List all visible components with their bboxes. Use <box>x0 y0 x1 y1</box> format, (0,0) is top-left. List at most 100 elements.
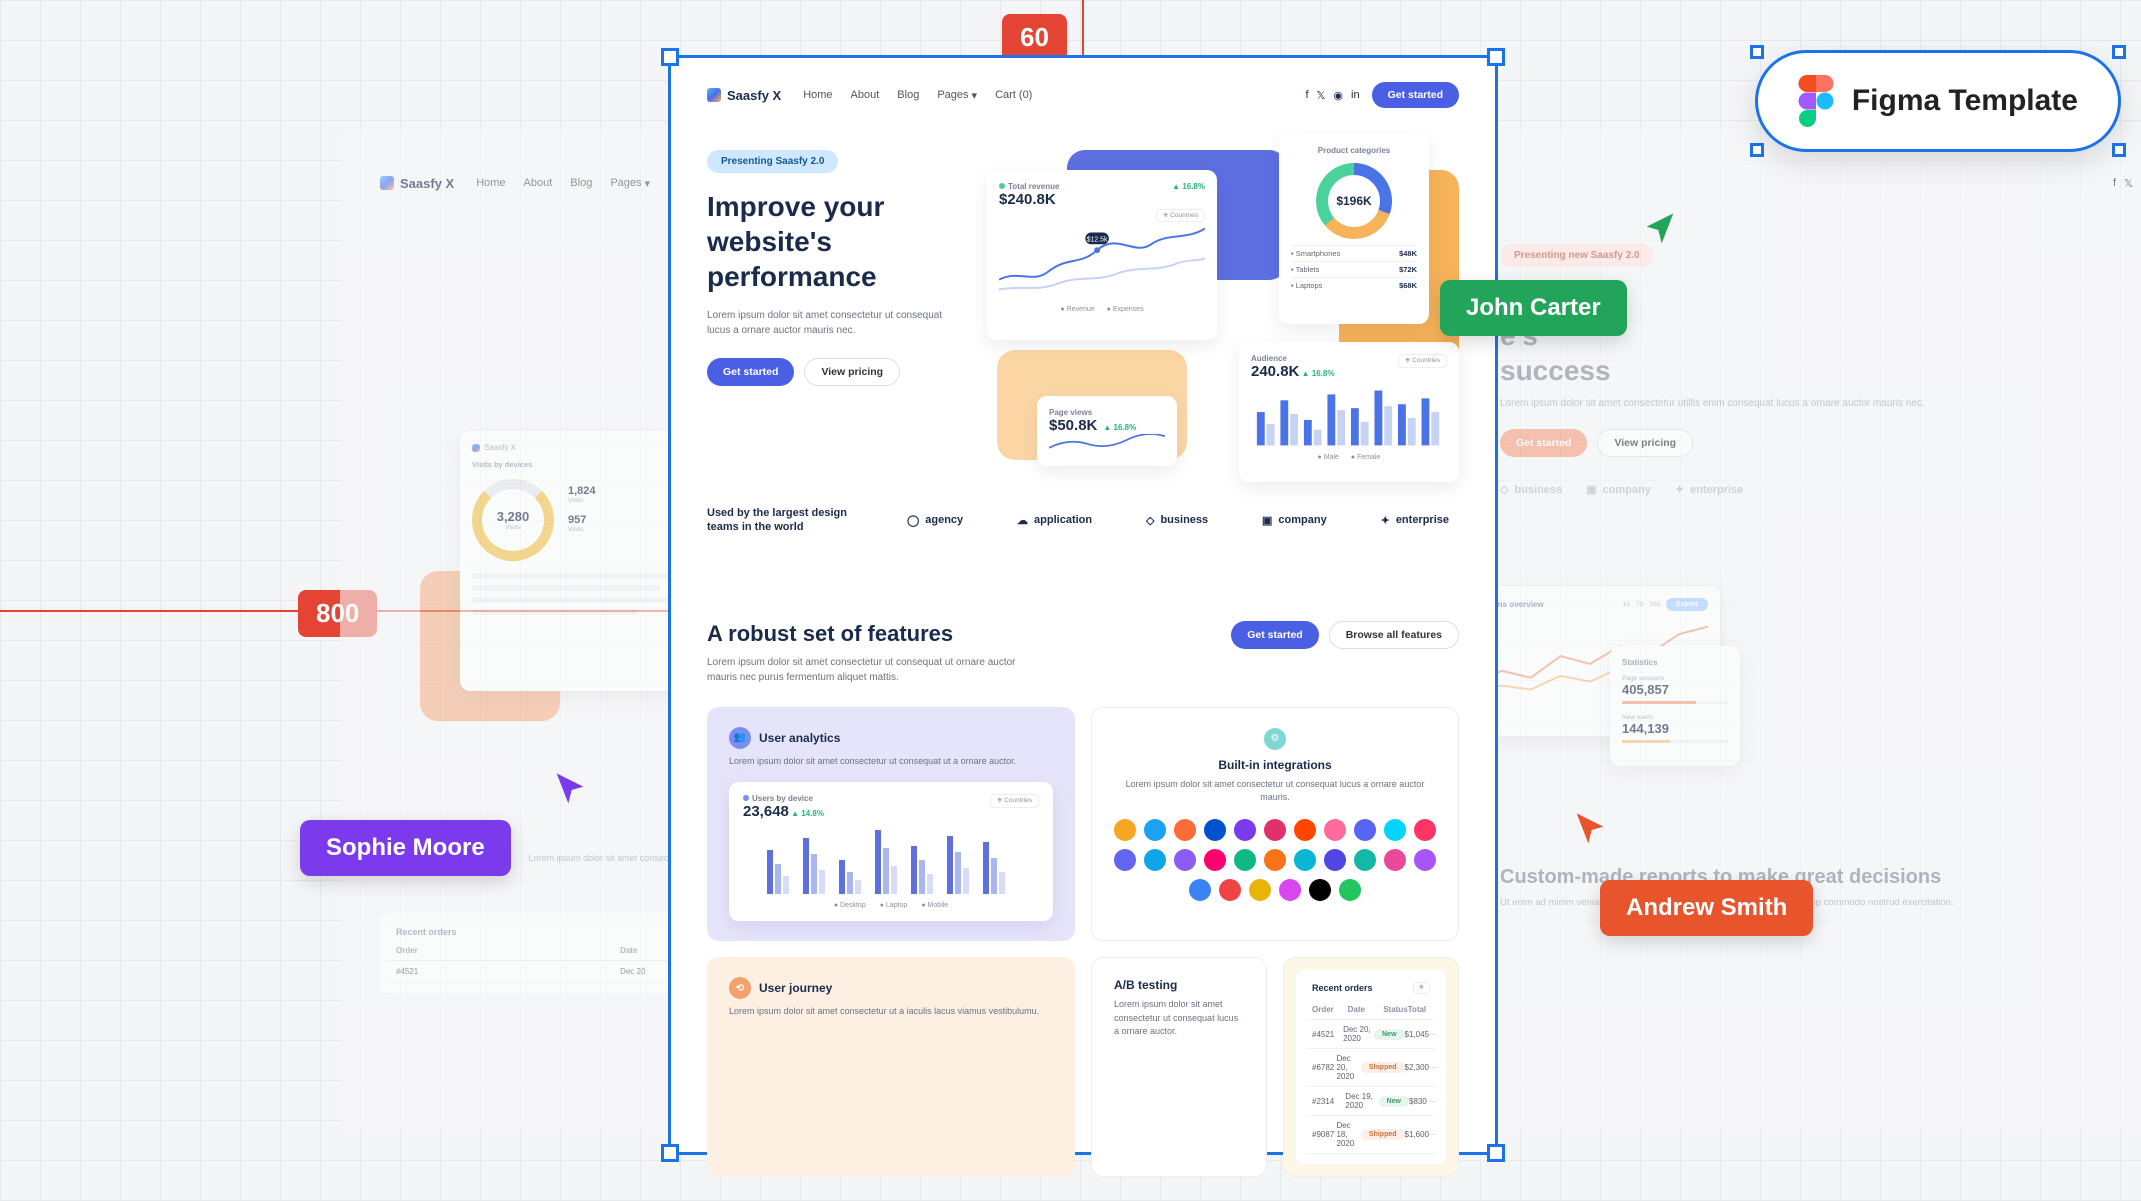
nav-link[interactable]: Home <box>476 177 505 190</box>
integration-icon <box>1234 819 1256 841</box>
integration-icon <box>1339 879 1361 901</box>
linkedin-icon[interactable]: in <box>1351 89 1360 102</box>
cursor-sophie: Sophie Moore <box>300 820 511 876</box>
integration-icon <box>1204 819 1226 841</box>
chart-audience-bars <box>1251 380 1447 452</box>
card-page-views: Page views $50.8K ▲ 16.8% <box>1037 396 1177 466</box>
features-text: Lorem ipsum dolor sit amet consectetur u… <box>707 655 1047 685</box>
trusted-logo: ▣company <box>1262 514 1327 527</box>
selection-handle-br[interactable] <box>1487 1144 1505 1162</box>
view-pricing-button[interactable]: View pricing <box>804 358 900 386</box>
hero-badge: Presenting Saasfy 2.0 <box>707 150 838 173</box>
figma-guide-vertical <box>1082 0 1084 55</box>
feature-user-journey: ⟲User journey Lorem ipsum dolor sit amet… <box>707 957 1075 1177</box>
integration-icon <box>1174 849 1196 871</box>
card-statistics: Statistics Page sessions 405,857 New use… <box>1610 646 1740 766</box>
logo[interactable]: Saasfy X <box>707 88 781 103</box>
table-row: #6782Dec 20, 2020Shipped$2,300⋯ <box>1306 1049 1436 1087</box>
integration-icon <box>1414 819 1436 841</box>
nav-link-about[interactable]: About <box>851 89 880 102</box>
integration-icons <box>1114 819 1436 901</box>
features-grid: 👥User analytics Lorem ipsum dolor sit am… <box>707 707 1459 1178</box>
nav-link[interactable]: About <box>524 177 553 190</box>
trusted-logo: ◇business <box>1146 514 1208 527</box>
integration-icon <box>1279 879 1301 901</box>
chart-users-bars <box>743 820 1039 900</box>
instagram-icon[interactable]: ◉ <box>1333 89 1343 102</box>
integration-icon <box>1114 849 1136 871</box>
chevron-down-icon: ▾ <box>972 89 978 102</box>
integration-icon <box>1144 819 1166 841</box>
logo-icon <box>707 88 721 102</box>
business-icon: ◇ <box>1146 514 1154 527</box>
integration-icon <box>1204 849 1226 871</box>
figma-measure-top: 60 <box>1002 14 1067 61</box>
integration-icon <box>1234 849 1256 871</box>
integration-icon <box>1189 879 1211 901</box>
get-started-button[interactable]: Get started <box>1500 429 1587 457</box>
integration-icon <box>1294 849 1316 871</box>
nav-link-home[interactable]: Home <box>803 89 832 102</box>
nav-link-pages[interactable]: Pages ▾ <box>937 89 977 102</box>
integration-icon <box>1249 879 1271 901</box>
card-audience: Audience 240.8K ▲ 16.8% ⎈ Countries ● Ma… <box>1239 342 1459 482</box>
nav: f𝕏◉ Get started <box>1500 158 2141 208</box>
features-header: A robust set of features Lorem ipsum dol… <box>707 581 1459 685</box>
enterprise-icon: ✦ <box>1381 514 1390 527</box>
cursor-icon <box>1570 810 1610 850</box>
integration-icon <box>1309 879 1331 901</box>
get-started-button[interactable]: Get started <box>1231 621 1318 649</box>
feature-user-analytics: 👥User analytics Lorem ipsum dolor sit am… <box>707 707 1075 942</box>
brand-name: Saasfy X <box>727 88 781 103</box>
card-product-categories: Product categories $196K • Smartphones$4… <box>1279 134 1429 324</box>
figma-badge-label: Figma Template <box>1852 84 2078 118</box>
logo[interactable]: Saasfy X <box>380 176 454 191</box>
feature-recent-orders: Recent orders ⎈ OrderDateStatusTotal #45… <box>1283 957 1459 1177</box>
agency-icon: ◯ <box>907 514 919 527</box>
integration-icon <box>1354 819 1376 841</box>
svg-text:$12.5k: $12.5k <box>1087 236 1108 243</box>
hero: Presenting Saasfy 2.0 Improve your websi… <box>707 120 1459 460</box>
hero-cards: Total revenue $240.8K ▲ 16.8% ⎈ Countrie… <box>987 150 1459 460</box>
trusted-logo: ◯agency <box>907 514 963 527</box>
social-icons: f 𝕏 ◉ in <box>1305 89 1359 102</box>
hero-text: Lorem ipsum dolor sit amet consectetur u… <box>707 308 957 338</box>
browse-features-button[interactable]: Browse all features <box>1329 621 1459 649</box>
integration-icon <box>1294 819 1316 841</box>
figma-template-badge[interactable]: Figma Template <box>1755 50 2121 152</box>
selection-handle-bl[interactable] <box>661 1144 679 1162</box>
integration-icon <box>1384 819 1406 841</box>
card-total-revenue: Total revenue $240.8K ▲ 16.8% ⎈ Countrie… <box>987 170 1217 340</box>
integration-icon <box>1384 849 1406 871</box>
hero-title: Improve your website's performance <box>707 189 957 294</box>
nav: Saasfy X Home About Blog Pages ▾ Cart (0… <box>707 70 1459 120</box>
get-started-button[interactable]: Get started <box>707 358 794 386</box>
facebook-icon[interactable]: f <box>1305 89 1308 102</box>
cursor-icon <box>1640 210 1680 250</box>
path-icon: ⟲ <box>729 977 751 999</box>
integration-icon <box>1174 819 1196 841</box>
cursor-label: John Carter <box>1440 280 1627 336</box>
feature-integrations: ⚙ Built-in integrations Lorem ipsum dolo… <box>1091 707 1459 942</box>
reports-title: Custom-made reports to make great decisi… <box>1500 866 2141 889</box>
nav-links: Home About Blog Pages ▾ Cart (0) <box>803 89 1032 102</box>
selection-handle-tr[interactable] <box>1487 48 1505 66</box>
nav-link-blog[interactable]: Blog <box>897 89 919 102</box>
table-row: #9087Dec 18, 2020Shipped$1,600⋯ <box>1306 1116 1436 1154</box>
application-icon: ☁ <box>1017 514 1028 527</box>
table-row: #2314Dec 19, 2020New$830⋯ <box>1306 1087 1436 1116</box>
get-started-button[interactable]: Get started <box>1372 82 1459 108</box>
selection-handle-tl[interactable] <box>661 48 679 66</box>
integration-icon <box>1264 819 1286 841</box>
artboard-selected[interactable]: Saasfy X Home About Blog Pages ▾ Cart (0… <box>668 55 1498 1155</box>
twitter-icon[interactable]: 𝕏 <box>1317 89 1326 102</box>
view-pricing-button[interactable]: View pricing <box>1597 429 1693 457</box>
integration-icon <box>1414 849 1436 871</box>
nav-link[interactable]: Pages▾ <box>610 177 650 190</box>
nav-link[interactable]: Blog <box>570 177 592 190</box>
hero-badge: Presenting new Saasfy 2.0 <box>1500 244 1654 267</box>
cursor-label: Sophie Moore <box>300 820 511 876</box>
features-title: A robust set of features <box>707 621 1047 647</box>
nav-link-cart[interactable]: Cart (0) <box>995 89 1032 102</box>
gear-icon: ⚙ <box>1264 728 1286 750</box>
